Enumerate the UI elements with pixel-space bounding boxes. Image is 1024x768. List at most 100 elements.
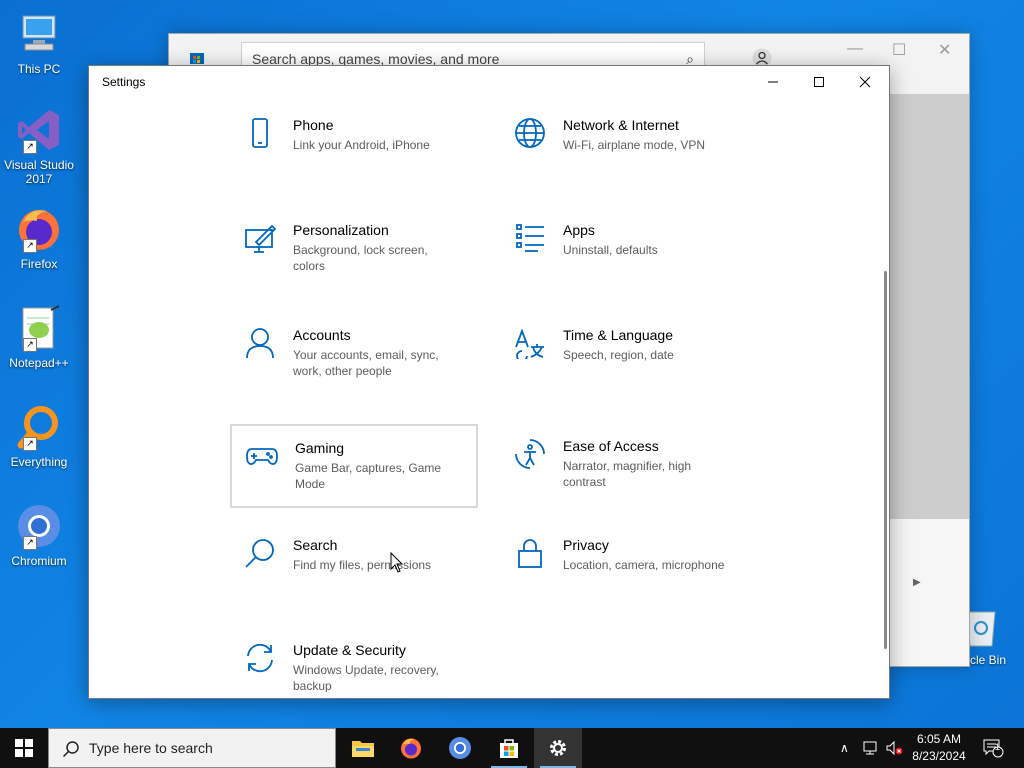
apps-list-icon [514, 222, 546, 254]
tile-title: Ease of Access [563, 438, 659, 454]
desktop-icon-firefox[interactable]: ↗ Firefox [4, 205, 74, 271]
maximize-button[interactable] [796, 66, 842, 98]
time-language-icon [514, 327, 546, 362]
tile-phone[interactable]: Phone Link your Android, iPhone [230, 101, 478, 185]
tile-title: Update & Security [293, 642, 406, 658]
tile-title: Search [293, 537, 338, 553]
settings-title: Settings [102, 75, 146, 89]
desktop-icon-chromium[interactable]: ↗ Chromium [4, 502, 74, 568]
network-status[interactable] [862, 728, 880, 768]
taskbar-clock[interactable]: 6:05 AM 8/23/2024 [905, 731, 973, 765]
tile-ease-of-access[interactable]: Ease of Access Narrator, magnifier, high… [500, 424, 748, 508]
desktop-icon-label: Everything [10, 455, 68, 469]
tile-personalization[interactable]: Personalization Background, lock screen,… [230, 206, 478, 290]
desktop-icon-label: Chromium [11, 554, 67, 568]
phone-icon [244, 117, 276, 149]
volume-status[interactable] [885, 728, 903, 768]
tile-description: Link your Android, iPhone [293, 138, 430, 152]
tile-privacy[interactable]: Privacy Location, camera, microphone [500, 521, 748, 605]
store-lower-area: ▶ [889, 519, 969, 666]
tile-update-security[interactable]: Update & Security Windows Update, recove… [230, 626, 478, 710]
settings-window[interactable]: Settings Phone Link your Android, iPhone… [88, 65, 890, 699]
desktop-icon-label: Notepad++ [9, 356, 69, 370]
desktop-icon-this-pc[interactable]: This PC [4, 10, 74, 76]
firefox-icon: ↗ [15, 205, 63, 253]
minimize-icon [768, 81, 778, 83]
close-button[interactable] [842, 66, 888, 98]
search-icon [62, 741, 79, 758]
store-content-area [889, 94, 969, 519]
sync-icon [244, 642, 276, 674]
taskbar-search-box[interactable]: Type here to search [48, 728, 336, 768]
taskbar-chromium[interactable] [436, 728, 484, 768]
taskbar-microsoft-store[interactable] [485, 728, 533, 768]
store-close-button[interactable]: ✕ [938, 40, 951, 60]
desktop-icon-everything[interactable]: ↗ Everything [4, 403, 74, 469]
tile-title: Time & Language [563, 327, 673, 343]
taskbar: Type here to search ∧ 6:05 AM 8/23/2024 … [0, 728, 1024, 768]
chevron-right-icon[interactable]: ▶ [913, 577, 921, 588]
tile-description: Your accounts, email, sync, work, other … [293, 348, 439, 378]
tile-network-internet[interactable]: Network & Internet Wi-Fi, airplane mode,… [500, 101, 748, 185]
volume-muted-icon [886, 740, 903, 756]
tile-description: Speech, region, date [563, 348, 674, 362]
clock-time: 6:05 AM [916, 732, 962, 746]
tile-title: Apps [563, 222, 595, 238]
clock-date: 8/23/2024 [912, 749, 966, 763]
tile-description: Location, camera, microphone [563, 558, 725, 572]
globe-icon [514, 117, 546, 149]
notepad-plus-plus-icon: ↗ [15, 304, 63, 352]
tile-title: Privacy [563, 537, 609, 553]
tile-description: Narrator, magnifier, high contrast [563, 459, 692, 489]
tile-title: Phone [293, 117, 334, 133]
gamepad-icon [246, 440, 278, 472]
maximize-icon [814, 77, 824, 87]
show-hidden-icons-button[interactable]: ∧ [840, 728, 849, 768]
settings-titlebar: Settings [89, 66, 889, 98]
tile-time-language[interactable]: Time & Language Speech, region, date [500, 311, 748, 395]
notification-count-badge: 1 [995, 742, 1001, 752]
minimize-button[interactable] [750, 66, 796, 98]
tile-description: Game Bar, captures, Game Mode [295, 461, 442, 491]
action-center-button[interactable]: 1 [983, 728, 1005, 768]
store-maximize-button[interactable]: ☐ [892, 40, 906, 60]
store-icon [500, 739, 518, 758]
windows-logo-icon [15, 739, 33, 757]
tile-description: Background, lock screen, colors [293, 243, 428, 273]
taskbar-firefox[interactable] [387, 728, 435, 768]
tile-title: Accounts [293, 327, 351, 343]
store-minimize-button[interactable]: — [847, 40, 863, 58]
start-button[interactable] [0, 728, 48, 768]
tile-description: Windows Update, recovery, backup [293, 663, 439, 692]
taskbar-settings[interactable] [534, 728, 582, 768]
computer-icon [15, 10, 63, 58]
desktop-icon-visual-studio[interactable]: ↗ Visual Studio 2017 [4, 106, 74, 186]
tile-title: Network & Internet [563, 117, 679, 133]
search-icon [244, 537, 276, 569]
network-icon [863, 741, 877, 755]
tile-gaming[interactable]: Gaming Game Bar, captures, Game Mode [230, 424, 478, 508]
gear-icon [550, 740, 566, 756]
person-icon [244, 327, 276, 359]
desktop-icon-notepad-plus-plus[interactable]: ↗ Notepad++ [4, 304, 74, 370]
tile-title: Personalization [293, 222, 389, 238]
mouse-cursor-icon [390, 551, 404, 579]
notification-icon [983, 739, 1004, 758]
tile-description: Wi-Fi, airplane mode, VPN [563, 138, 706, 152]
chromium-icon: ↗ [15, 502, 63, 550]
tile-description: Uninstall, defaults [563, 243, 658, 257]
tile-title: Gaming [295, 440, 345, 456]
taskbar-file-explorer[interactable] [339, 728, 387, 768]
desktop-icon-label: Visual Studio 2017 [4, 158, 74, 186]
tile-apps[interactable]: Apps Uninstall, defaults [500, 206, 748, 290]
tile-description: Find my files, permissions [293, 558, 432, 572]
chromium-icon [449, 737, 471, 759]
taskbar-search-placeholder: Type here to search [89, 740, 213, 756]
desktop-icon-label: Firefox [20, 257, 58, 271]
tile-accounts[interactable]: Accounts Your accounts, email, sync, wor… [230, 311, 478, 395]
firefox-icon [401, 738, 421, 759]
close-icon [859, 76, 871, 88]
tile-search[interactable]: Search Find my files, permissions [230, 521, 478, 605]
scrollbar[interactable] [884, 271, 887, 649]
chevron-up-icon: ∧ [840, 741, 849, 755]
